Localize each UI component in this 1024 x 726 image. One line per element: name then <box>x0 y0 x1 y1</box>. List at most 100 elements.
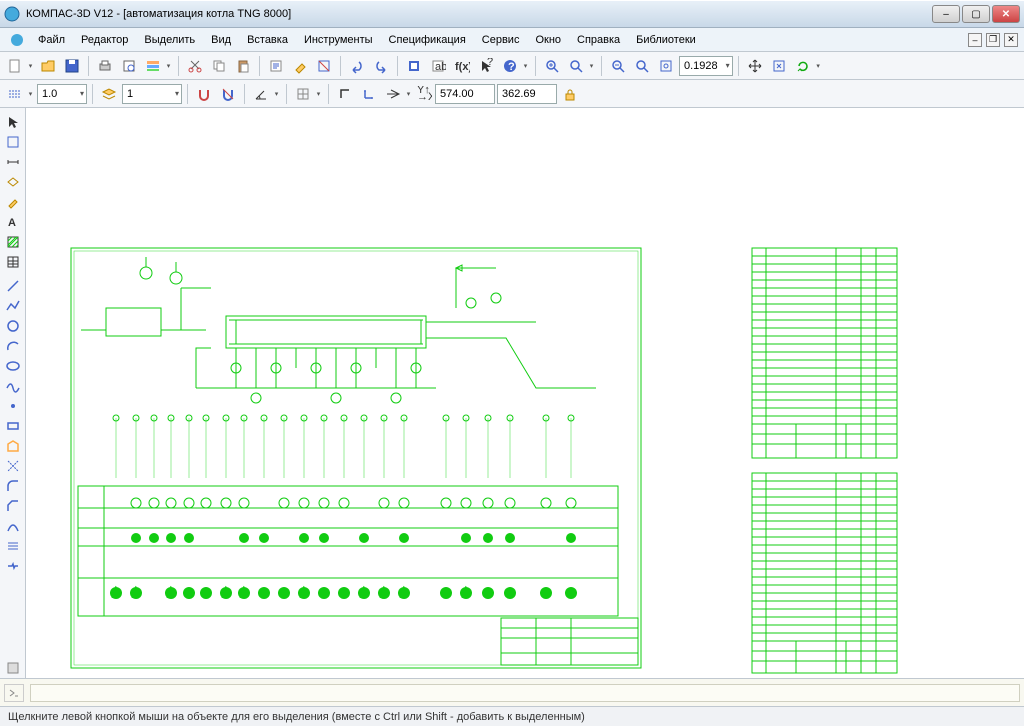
zoom-next-button[interactable] <box>631 55 653 77</box>
tool-symbol[interactable] <box>2 172 24 192</box>
menu-editor[interactable]: Редактор <box>75 32 134 48</box>
show-hide-button[interactable] <box>313 55 335 77</box>
magnet-off-button[interactable] <box>217 83 239 105</box>
spec-button[interactable] <box>142 55 164 77</box>
tool-dimension[interactable] <box>2 152 24 172</box>
menu-view[interactable]: Вид <box>205 32 237 48</box>
properties-button[interactable] <box>265 55 287 77</box>
left-toolbox: A <box>0 108 26 678</box>
help-dropdown[interactable]: ▾ <box>521 55 530 77</box>
tool-ellipse[interactable] <box>2 356 24 376</box>
close-button[interactable]: ✕ <box>992 5 1020 23</box>
svg-text:→X: →X <box>417 91 432 102</box>
spec-dropdown[interactable]: ▾ <box>164 55 173 77</box>
drawing-canvas[interactable] <box>26 108 1024 678</box>
tool-polyline[interactable] <box>2 296 24 316</box>
select-arrow-button[interactable]: ? <box>475 55 497 77</box>
paste-button[interactable] <box>232 55 254 77</box>
zoom-combo[interactable]: 0.1928▾ <box>679 56 733 76</box>
tool-chamfer[interactable] <box>2 496 24 516</box>
maximize-button[interactable]: ▢ <box>962 5 990 23</box>
layers-button[interactable] <box>98 83 120 105</box>
rebuild-dropdown[interactable]: ▾ <box>814 55 823 77</box>
menu-select[interactable]: Выделить <box>138 32 201 48</box>
tool-hatch[interactable] <box>2 232 24 252</box>
cut-button[interactable] <box>184 55 206 77</box>
save-button[interactable] <box>61 55 83 77</box>
lock-button[interactable] <box>559 83 581 105</box>
menu-help[interactable]: Справка <box>571 32 626 48</box>
tool-point[interactable] <box>2 396 24 416</box>
menu-spec[interactable]: Спецификация <box>383 32 472 48</box>
zoom-fit-button[interactable] <box>655 55 677 77</box>
tool-select[interactable] <box>2 112 24 132</box>
command-input[interactable] <box>30 684 1020 702</box>
new-button[interactable] <box>4 55 26 77</box>
tool-contour[interactable] <box>2 436 24 456</box>
zoom-window-button[interactable] <box>541 55 563 77</box>
grid-dropdown[interactable]: ▾ <box>314 83 323 105</box>
doc-minimize-button[interactable]: – <box>968 33 982 47</box>
tool-text[interactable]: A <box>2 212 24 232</box>
tool-line[interactable] <box>2 276 24 296</box>
menu-tools[interactable]: Инструменты <box>298 32 379 48</box>
rebuild-button[interactable] <box>792 55 814 77</box>
coords-mode-button[interactable] <box>382 83 404 105</box>
tool-break[interactable] <box>2 556 24 576</box>
linestyle-button[interactable] <box>4 83 26 105</box>
redo-button[interactable] <box>370 55 392 77</box>
menu-libraries[interactable]: Библиотеки <box>630 32 702 48</box>
coord-y-field[interactable]: 362.69 <box>497 84 557 104</box>
refresh-button[interactable] <box>768 55 790 77</box>
magnet-on-button[interactable] <box>193 83 215 105</box>
coords-mode-dropdown[interactable]: ▾ <box>404 83 413 105</box>
tool-edit[interactable] <box>2 192 24 212</box>
doc-restore-button[interactable]: ❐ <box>986 33 1000 47</box>
linestyle-dropdown[interactable]: ▾ <box>26 83 35 105</box>
app-menu-icon[interactable] <box>6 29 28 51</box>
tool-arc[interactable] <box>2 336 24 356</box>
ortho-button[interactable] <box>334 83 356 105</box>
menu-insert[interactable]: Вставка <box>241 32 294 48</box>
zoom-prev-button[interactable] <box>607 55 629 77</box>
tool-aux[interactable] <box>2 456 24 476</box>
tool-circle[interactable] <box>2 316 24 336</box>
print-preview-button[interactable] <box>118 55 140 77</box>
print-button[interactable] <box>94 55 116 77</box>
command-prompt-icon <box>4 684 24 702</box>
coord-x-field[interactable]: 574.00 <box>435 84 495 104</box>
new-dropdown[interactable]: ▾ <box>26 55 35 77</box>
open-button[interactable] <box>37 55 59 77</box>
menu-file[interactable]: Файл <box>32 32 71 48</box>
zoom-scale-button[interactable] <box>565 55 587 77</box>
angle-snap-button[interactable] <box>250 83 272 105</box>
svg-text:?: ? <box>487 58 493 68</box>
paint-button[interactable] <box>289 55 311 77</box>
menu-service[interactable]: Сервис <box>476 32 526 48</box>
tool-spline[interactable] <box>2 376 24 396</box>
tool-library[interactable] <box>2 658 24 678</box>
variables-button[interactable]: ab <box>427 55 449 77</box>
help-button[interactable]: ? <box>499 55 521 77</box>
layer-combo[interactable]: 1▾ <box>122 84 182 104</box>
lineweight-combo[interactable]: 1.0▾ <box>37 84 87 104</box>
tool-rect[interactable] <box>2 416 24 436</box>
property-toolbar: ▾ 1.0▾ 1▾ ▾ ▾ ▾ Y↑→X 574.00 362.69 <box>0 80 1024 108</box>
library-button[interactable] <box>403 55 425 77</box>
copy-button[interactable] <box>208 55 230 77</box>
undo-button[interactable] <box>346 55 368 77</box>
menu-window[interactable]: Окно <box>529 32 567 48</box>
tool-curve[interactable] <box>2 516 24 536</box>
angle-snap-dropdown[interactable]: ▾ <box>272 83 281 105</box>
ucs-button[interactable] <box>358 83 380 105</box>
fx-button[interactable]: f(x) <box>451 55 473 77</box>
grid-button[interactable] <box>292 83 314 105</box>
tool-table[interactable] <box>2 252 24 272</box>
tool-geometry[interactable] <box>2 132 24 152</box>
tool-equidistant[interactable] <box>2 536 24 556</box>
minimize-button[interactable]: – <box>932 5 960 23</box>
zoom-scale-dropdown[interactable]: ▾ <box>587 55 596 77</box>
doc-close-button[interactable]: ✕ <box>1004 33 1018 47</box>
pan-button[interactable] <box>744 55 766 77</box>
tool-fillet[interactable] <box>2 476 24 496</box>
